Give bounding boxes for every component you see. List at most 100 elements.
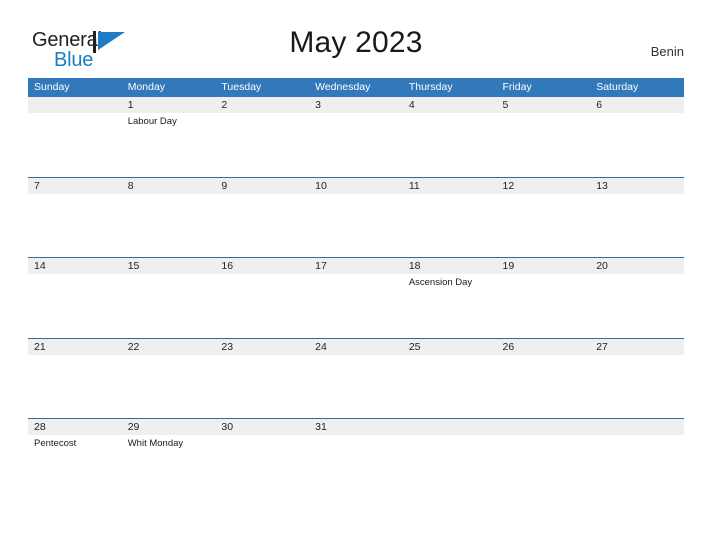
day-number: 12 bbox=[502, 179, 515, 192]
day-number: 14 bbox=[34, 260, 46, 272]
day-number: 1 bbox=[127, 99, 134, 111]
day-cell[interactable]: 23 bbox=[215, 339, 309, 419]
day-cell[interactable]: 25 bbox=[403, 339, 497, 419]
day-cell[interactable]: 31 bbox=[309, 419, 403, 499]
day-number: 23 bbox=[221, 340, 234, 353]
day-cell[interactable]: 16 bbox=[215, 258, 309, 338]
day-cell[interactable]: 8 bbox=[122, 178, 216, 258]
day-cell[interactable]: 24 bbox=[309, 339, 403, 419]
day-cell-empty bbox=[590, 419, 684, 499]
day-cell[interactable]: 14 bbox=[28, 258, 122, 338]
day-cell[interactable]: 18 Ascension Day bbox=[403, 258, 497, 338]
day-cell[interactable]: 9 bbox=[215, 178, 309, 258]
holiday-event: Whit Monday bbox=[127, 438, 184, 449]
day-number: 15 bbox=[127, 260, 140, 272]
day-number: 31 bbox=[315, 421, 327, 433]
country-label: Benin bbox=[650, 44, 684, 59]
day-cell[interactable]: 29 Whit Monday bbox=[122, 419, 216, 499]
day-cell[interactable]: 27 bbox=[590, 339, 684, 419]
day-events bbox=[403, 113, 497, 116]
day-cell[interactable]: 12 bbox=[497, 178, 591, 258]
calendar-week-row: 21 22 23 24 25 26 27 bbox=[28, 337, 684, 419]
day-cell[interactable]: 13 bbox=[590, 178, 684, 258]
day-events bbox=[309, 274, 403, 277]
weekday-header-thursday: Thursday bbox=[408, 81, 453, 93]
calendar-week-row: 7 8 9 10 11 12 13 bbox=[28, 176, 684, 258]
day-number: 8 bbox=[127, 179, 134, 192]
day-cell[interactable]: 11 bbox=[403, 178, 497, 258]
day-cell[interactable]: 5 bbox=[497, 97, 591, 177]
day-events bbox=[215, 355, 309, 358]
day-cell[interactable]: 10 bbox=[309, 178, 403, 258]
day-events: Labour Day bbox=[122, 113, 216, 128]
day-number: 26 bbox=[502, 340, 515, 353]
day-events bbox=[403, 435, 497, 438]
day-number bbox=[403, 419, 497, 435]
day-number: 24 bbox=[315, 340, 327, 353]
day-cell-empty bbox=[497, 419, 591, 499]
day-number: 2 bbox=[221, 99, 228, 111]
day-events bbox=[590, 194, 684, 197]
day-number: 6 bbox=[596, 99, 603, 111]
weekday-header-tuesday: Tuesday bbox=[221, 81, 262, 93]
day-number bbox=[497, 419, 591, 435]
day-events bbox=[497, 435, 591, 438]
calendar-week-row: 28 Pentecost 29 Whit Monday 30 31 bbox=[28, 418, 684, 499]
day-number: 29 bbox=[127, 421, 140, 433]
day-events bbox=[215, 435, 309, 438]
day-cell[interactable]: 21 bbox=[28, 339, 122, 419]
day-number: 11 bbox=[408, 179, 420, 192]
day-events bbox=[590, 435, 684, 438]
day-cell[interactable]: 26 bbox=[497, 339, 591, 419]
day-events bbox=[215, 274, 309, 277]
day-events bbox=[309, 194, 403, 197]
day-events: Whit Monday bbox=[122, 435, 216, 450]
day-cell[interactable]: 2 bbox=[215, 97, 309, 177]
day-events bbox=[28, 274, 122, 277]
day-events bbox=[28, 355, 122, 358]
day-number: 13 bbox=[596, 179, 608, 192]
day-cell[interactable]: 30 bbox=[215, 419, 309, 499]
day-cell[interactable]: 22 bbox=[122, 339, 216, 419]
holiday-event: Labour Day bbox=[127, 116, 177, 127]
day-events bbox=[497, 194, 591, 197]
day-events: Pentecost bbox=[28, 435, 122, 450]
day-number bbox=[28, 97, 122, 113]
day-events bbox=[403, 355, 497, 358]
day-cell[interactable]: 6 bbox=[590, 97, 684, 177]
day-cell[interactable]: 28 Pentecost bbox=[28, 419, 122, 499]
day-number: 27 bbox=[596, 340, 608, 353]
day-cell[interactable]: 15 bbox=[122, 258, 216, 338]
day-number: 5 bbox=[502, 99, 509, 111]
day-events bbox=[590, 355, 684, 358]
calendar-week-body: 7 8 9 10 11 12 13 bbox=[28, 177, 684, 258]
day-cell[interactable]: 4 bbox=[403, 97, 497, 177]
day-events bbox=[497, 355, 591, 358]
day-events bbox=[122, 274, 216, 277]
day-events bbox=[403, 194, 497, 197]
day-number: 18 bbox=[408, 260, 421, 272]
day-events bbox=[215, 194, 309, 197]
calendar-week-row: 1 Labour Day 2 3 4 5 6 bbox=[28, 97, 684, 177]
day-cell[interactable]: 1 Labour Day bbox=[122, 97, 216, 177]
calendar-week-row: 14 15 16 17 18 Ascension Day 19 20 bbox=[28, 257, 684, 338]
day-cell[interactable]: 3 bbox=[309, 97, 403, 177]
day-events bbox=[497, 274, 591, 277]
page-title: May 2023 bbox=[289, 26, 423, 59]
day-number bbox=[590, 419, 684, 435]
calendar-grid: Sunday Monday Tuesday Wednesday Thursday… bbox=[28, 78, 684, 499]
day-cell[interactable]: 17 bbox=[309, 258, 403, 338]
weekday-header-saturday: Saturday bbox=[596, 81, 639, 93]
day-cell[interactable]: 19 bbox=[497, 258, 591, 338]
calendar-page: General Blue May 2023 Benin Sunday Monda… bbox=[0, 0, 712, 550]
day-events bbox=[28, 194, 122, 197]
day-number: 25 bbox=[408, 340, 421, 353]
day-events bbox=[497, 113, 591, 116]
day-events bbox=[122, 355, 216, 358]
calendar-week-body: 21 22 23 24 25 26 27 bbox=[28, 338, 684, 419]
day-cell[interactable]: 20 bbox=[590, 258, 684, 338]
day-cell[interactable]: 7 bbox=[28, 178, 122, 258]
day-events bbox=[590, 113, 684, 116]
day-events bbox=[122, 194, 216, 197]
day-number: 20 bbox=[596, 260, 608, 272]
